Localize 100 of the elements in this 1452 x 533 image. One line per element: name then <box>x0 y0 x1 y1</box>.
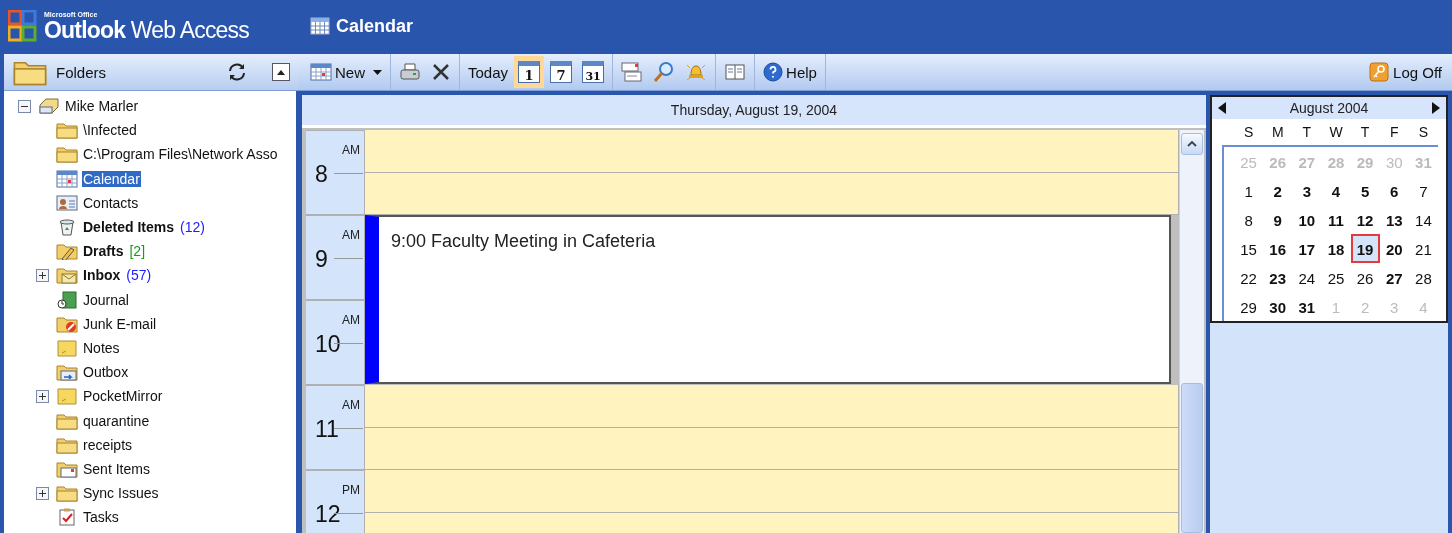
expand-icon[interactable] <box>36 268 49 282</box>
collapse-icon[interactable] <box>18 99 31 113</box>
calendar-day[interactable]: 1 <box>1234 176 1264 205</box>
calendar-day[interactable]: 31 <box>1292 292 1322 321</box>
folder-name[interactable]: PocketMirror <box>82 388 164 405</box>
expand-icon[interactable] <box>36 389 49 403</box>
calendar-icon <box>310 17 330 35</box>
collapse-pane-icon[interactable] <box>272 63 290 81</box>
options-icon <box>621 61 644 83</box>
folder-name[interactable]: Sync Issues <box>82 485 160 502</box>
next-month-button[interactable] <box>1432 102 1440 114</box>
calendar-day[interactable]: 17 <box>1292 234 1322 263</box>
calendar-day[interactable]: 30 <box>1263 292 1293 321</box>
period-label: AM <box>342 143 360 157</box>
folder-name[interactable]: Calendar <box>82 170 141 187</box>
draft-folder-icon <box>56 242 78 261</box>
calendar-day[interactable]: 15 <box>1234 234 1264 263</box>
caret-icon <box>373 69 382 75</box>
day-view-button[interactable]: 1 <box>514 56 545 88</box>
key-icon <box>1369 62 1390 82</box>
hour-label: 12 <box>315 501 341 528</box>
period-label: AM <box>342 313 360 327</box>
scroll-thumb[interactable] <box>1181 383 1203 533</box>
item-count: [2] <box>129 243 146 260</box>
junk-folder-icon <box>56 314 78 333</box>
folder-name[interactable]: Notes <box>82 339 121 356</box>
calendar-day[interactable]: 9 <box>1263 205 1293 234</box>
folder-name[interactable]: quarantine <box>82 412 151 429</box>
calendar-day[interactable]: 19 <box>1350 234 1380 263</box>
calendar-day[interactable]: 7 <box>1408 176 1438 205</box>
folder-icon <box>56 484 78 503</box>
folder-name[interactable]: Drafts <box>82 243 125 260</box>
calendar-day[interactable]: 10 <box>1292 205 1322 234</box>
folder-name[interactable]: Outbox <box>82 364 130 381</box>
weekday-label: F <box>1389 123 1400 142</box>
scrollbar[interactable] <box>1179 130 1204 533</box>
scroll-up-button[interactable] <box>1181 133 1203 155</box>
calendar-day[interactable]: 14 <box>1408 205 1438 234</box>
period-label: AM <box>342 228 360 242</box>
hour-label: 11 <box>315 416 339 443</box>
time-slot[interactable] <box>365 427 1179 470</box>
calendar-icon <box>310 62 332 82</box>
inbox-icon <box>56 266 78 285</box>
calendar-day[interactable]: 26 <box>1350 263 1380 292</box>
outbox-icon <box>56 363 78 382</box>
previous-month-button[interactable] <box>1218 102 1226 114</box>
search-icon <box>653 61 676 83</box>
calendar-day[interactable]: 21 <box>1408 234 1438 263</box>
calendar-day[interactable]: 12 <box>1350 205 1380 234</box>
time-slot[interactable] <box>365 470 1179 513</box>
calendar-day[interactable]: 25 <box>1321 263 1351 292</box>
folder-name[interactable]: Deleted Items <box>82 219 176 236</box>
calendar-day[interactable]: 4 <box>1321 176 1351 205</box>
folder-name[interactable]: receipts <box>82 436 134 453</box>
calendar-day[interactable]: 2 <box>1263 176 1293 205</box>
folder-name[interactable]: Journal <box>82 291 130 308</box>
calendar-day[interactable]: 20 <box>1379 234 1409 263</box>
item-count: (12) <box>180 219 205 236</box>
calendar-day[interactable]: 29 <box>1234 292 1264 321</box>
folder-name[interactable]: \Infected <box>82 122 138 139</box>
folder-name[interactable]: Junk E-mail <box>82 315 158 332</box>
calendar-day[interactable]: 23 <box>1263 263 1293 292</box>
hour-label: 9 <box>315 246 328 273</box>
help-button[interactable]: Help <box>759 56 821 88</box>
calendar-day[interactable]: 6 <box>1379 176 1409 205</box>
expand-icon[interactable] <box>36 486 49 500</box>
calendar-day[interactable]: 3 <box>1292 176 1322 205</box>
folder-name[interactable]: Mike Marler <box>64 98 140 115</box>
calendar-day[interactable]: 13 <box>1379 205 1409 234</box>
weekday-label: T <box>1301 123 1313 142</box>
calendar-day[interactable]: 18 <box>1321 234 1351 263</box>
calendar-day[interactable]: 16 <box>1263 234 1293 263</box>
calendar-day[interactable]: 11 <box>1321 205 1351 234</box>
calendar-day[interactable]: 8 <box>1234 205 1264 234</box>
weekday-label: T <box>1359 123 1371 142</box>
journal-icon <box>56 290 78 309</box>
delete-icon <box>431 62 451 82</box>
folder-name[interactable]: Inbox <box>82 267 122 284</box>
calendar-day[interactable]: 27 <box>1379 263 1409 292</box>
calendar-day[interactable]: 5 <box>1350 176 1380 205</box>
folder-name[interactable]: Sent Items <box>82 460 151 477</box>
calendar-day[interactable]: 24 <box>1292 263 1322 292</box>
folder-name[interactable]: Contacts <box>82 194 140 211</box>
time-slot[interactable] <box>365 172 1179 215</box>
printer-icon <box>399 62 421 82</box>
folder-name[interactable]: Tasks <box>82 509 120 526</box>
folder-icon <box>56 435 78 454</box>
hour-label: 8 <box>315 161 328 188</box>
today-button[interactable]: Today <box>464 56 513 88</box>
folder-name[interactable]: C:\Program Files\Network Asso <box>82 146 279 163</box>
time-slot[interactable] <box>365 385 1179 428</box>
log-off-button[interactable]: Log Off <box>1359 62 1452 82</box>
refresh-icon[interactable] <box>226 61 248 83</box>
folders-title: Folders <box>56 63 108 81</box>
calendar-day[interactable]: 28 <box>1408 263 1438 292</box>
product-name: Outlook Web Access <box>44 18 249 42</box>
new-button[interactable]: New <box>306 56 386 88</box>
page-title: Calendar <box>336 15 414 37</box>
calendar-day[interactable]: 22 <box>1234 263 1264 292</box>
month-title: August 2004 <box>1289 100 1369 116</box>
